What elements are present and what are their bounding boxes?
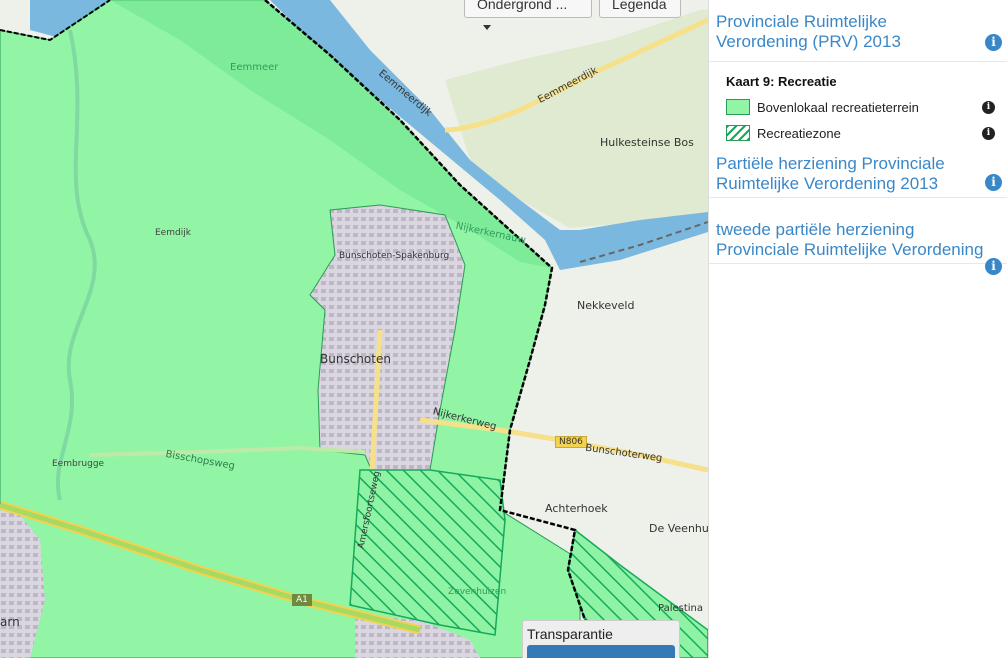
map-label-nekkeveld: Nekkeveld: [577, 299, 635, 312]
map-label-n806: N806: [555, 436, 587, 448]
map-view[interactable]: Eemmeer Eemmeerdijk Eemmeerdijk Hulkeste…: [0, 0, 708, 658]
hatched-green-swatch: [726, 125, 750, 141]
info-icon[interactable]: i: [985, 174, 1002, 191]
info-icon[interactable]: i: [982, 100, 995, 114]
info-icon[interactable]: i: [985, 34, 1002, 51]
legend-item-label: Recreatiezone: [757, 125, 841, 141]
map-label-eembrugge: Eemb­rugge: [52, 459, 105, 469]
map-label-de-veenhuis: De Veenhuis: [649, 522, 708, 535]
map-label-eemdijk: Eemdijk: [155, 228, 191, 238]
map-canvas: [0, 0, 708, 658]
map-label-achterhoek: Achterhoek: [545, 502, 608, 515]
layer-section-partiele-herziening[interactable]: Partiële herziening Provinciale Ruimteli…: [709, 150, 1007, 198]
map-label-arn: arn: [0, 615, 20, 629]
basemap-button-label: Ondergrond ...: [477, 0, 568, 12]
layer-title-prv-2013[interactable]: Provinciale Ruimtelijke Verordening (PRV…: [716, 12, 977, 52]
basemap-dropdown-button[interactable]: Ondergrond ...: [464, 0, 592, 30]
info-icon[interactable]: i: [985, 258, 1002, 275]
transparency-panel: Transparantie: [522, 620, 680, 658]
info-icon[interactable]: i: [982, 126, 995, 140]
legend-item-recreatiezone: Recreatiezone i: [726, 120, 997, 146]
legend-title: Kaart 9: Recreatie: [726, 74, 837, 89]
legend-item-label: Bovenlokaal recreatieterrein: [757, 99, 919, 115]
map-label-bunschoten-spakenburg: Bunschoten-Spakenburg: [339, 251, 450, 261]
legend-button-label: Legenda: [612, 0, 667, 12]
map-label-palestina: Palestina: [658, 603, 704, 614]
map-label-hulkesteinse-bos: Hulkesteinse Bos: [600, 136, 694, 149]
layer-section-tweede-herziening[interactable]: tweede partiële herziening Provinciale R…: [709, 198, 1007, 275]
transparency-slider[interactable]: [527, 645, 675, 658]
caret-down-icon: [483, 24, 491, 30]
legend-button[interactable]: Legenda: [599, 0, 681, 18]
layer-title-partiele-herziening[interactable]: Partiële herziening Provinciale Ruimteli…: [716, 154, 977, 194]
map-label-zevenhuizen: Zevenhuizen: [448, 587, 507, 597]
transparency-label: Transparantie: [527, 626, 613, 642]
map-label-bunschoten: Bunschoten: [320, 352, 391, 366]
legend-item-bovenlokaal: Bovenlokaal recreatieterrein i: [726, 94, 997, 120]
layer-panel: Provinciale Ruimtelijke Verordening (PRV…: [708, 0, 1007, 658]
solid-green-swatch: [726, 99, 750, 115]
map-label-a1: A1: [292, 594, 312, 606]
legend-kaart-9: Kaart 9: Recreatie Bovenlokaal recreatie…: [709, 61, 1007, 150]
layer-section-prv-2013[interactable]: Provinciale Ruimtelijke Verordening (PRV…: [709, 0, 1007, 55]
layer-title-tweede-herziening[interactable]: tweede partiële herziening Provinciale R…: [716, 220, 999, 260]
map-label-eemmeer: Eemmeer: [230, 62, 279, 73]
